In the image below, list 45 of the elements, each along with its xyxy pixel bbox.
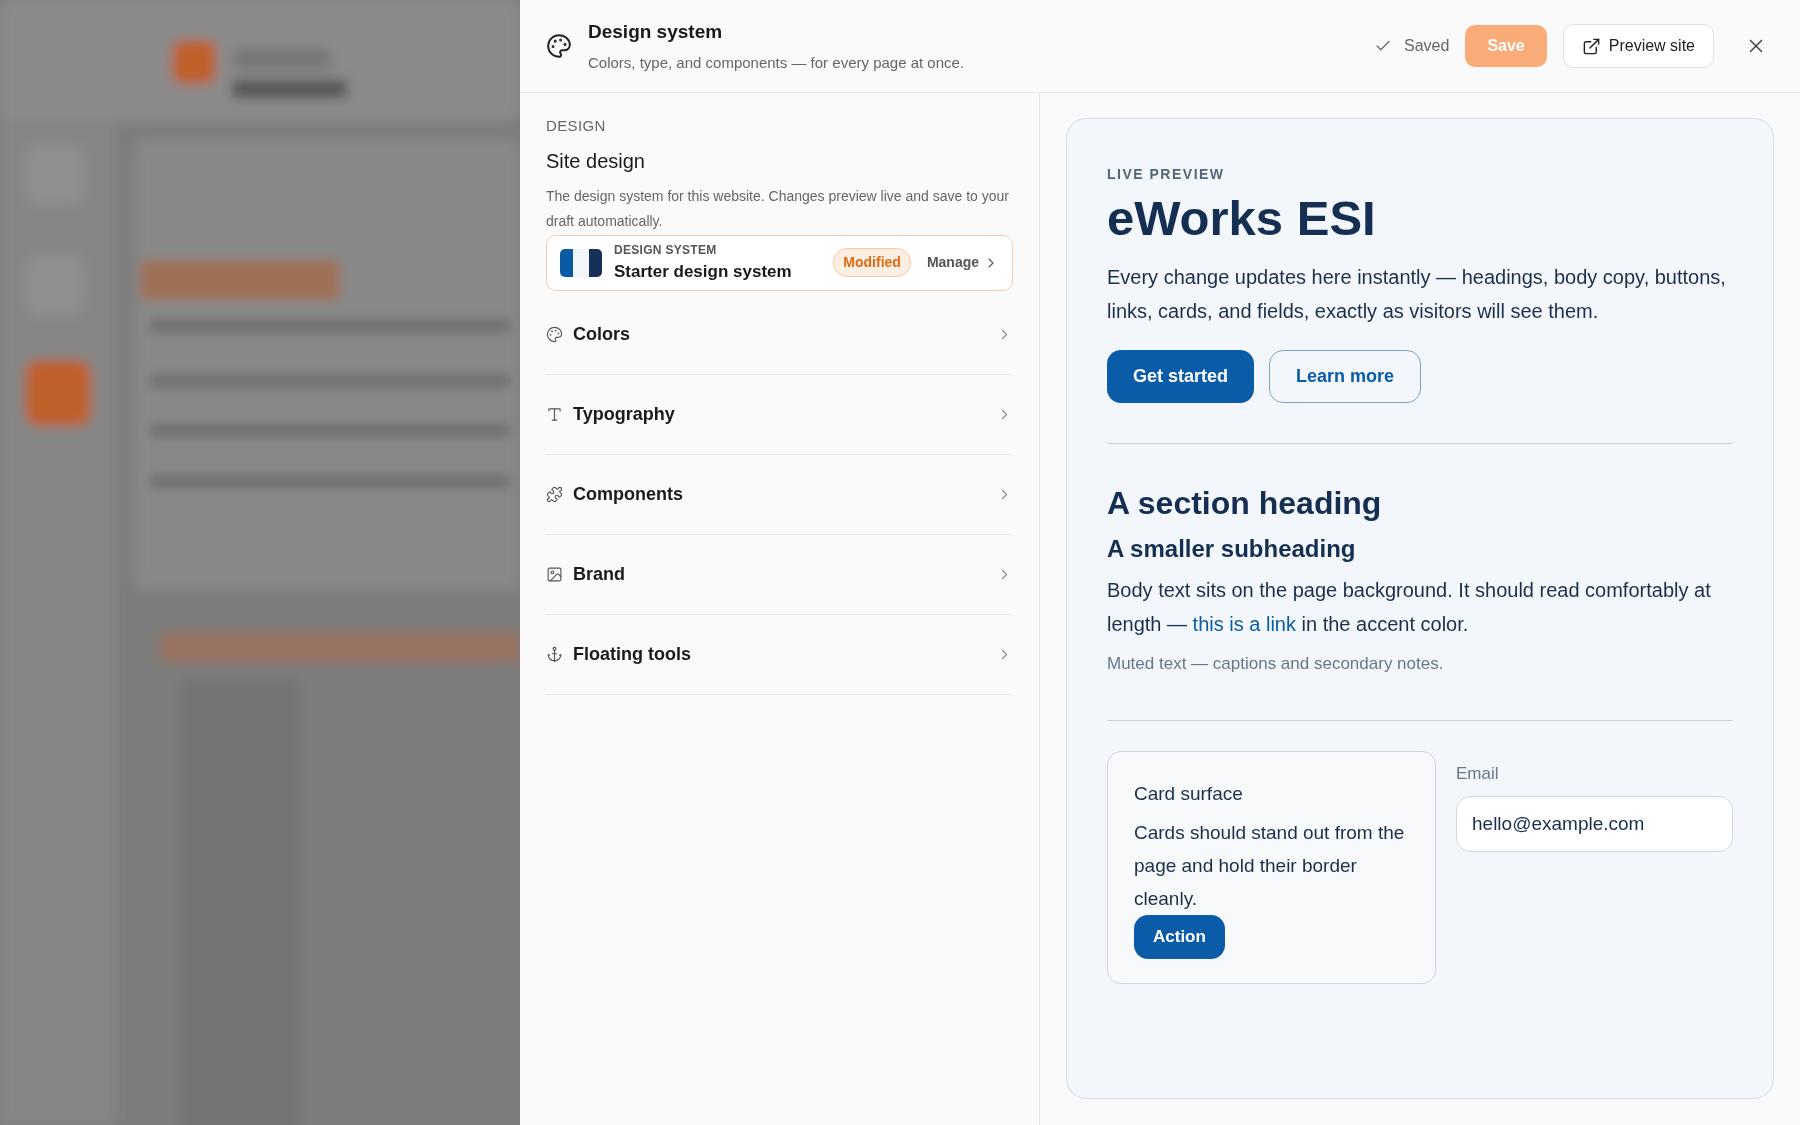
external-link-icon <box>1581 36 1601 56</box>
section-label: Colors <box>573 322 630 346</box>
intro-text: Every change updates here instantly — headings, body copy, buttons, links, cards, and fields, exactly as visitors will see them. <box>1107 265 1727 324</box>
image-icon <box>546 565 563 583</box>
section-heading: A section heading <box>1107 484 1383 523</box>
preview-site-button[interactable]: Preview site <box>1562 24 1714 68</box>
preview-eyebrow: LIVE PREVIEW <box>1107 165 1226 184</box>
section-label: Components <box>573 482 683 506</box>
card-eyebrow: DESIGN SYSTEM <box>614 241 718 259</box>
design-section-row[interactable]: Colors <box>546 294 1013 375</box>
email-field[interactable]: hello@example.com <box>1456 796 1733 852</box>
site-title: eWorks ESI <box>1107 190 1377 247</box>
puzzle-icon <box>546 485 563 503</box>
design-section-row[interactable]: Components <box>546 454 1013 535</box>
modified-badge: Modified <box>833 248 911 277</box>
palette-icon <box>546 33 572 59</box>
primary-button[interactable]: Get started <box>1107 350 1255 403</box>
field-label: Email <box>1456 762 1500 785</box>
card-text: Cards should stand out from the page and hold their border cleanly. <box>1134 821 1406 911</box>
section-label: Floating tools <box>573 642 691 666</box>
body-text: Body text sits on the page background. It should read comfortably at length — this is a link in the accent color. <box>1107 578 1712 637</box>
anchor-icon <box>546 645 563 663</box>
saved-status: Saved <box>1404 36 1450 56</box>
muted-text: Muted text — captions and secondary notes. <box>1107 653 1445 675</box>
theme-swatch-icon <box>560 248 602 277</box>
subheading: A smaller subheading <box>1107 534 1357 564</box>
section-label: Typography <box>573 402 675 426</box>
palette-icon <box>546 325 563 343</box>
card-title: Card surface <box>1134 781 1244 806</box>
section-title: Site design <box>546 148 646 174</box>
section-eyebrow: DESIGN <box>546 116 607 136</box>
design-section-row[interactable]: Brand <box>546 534 1013 615</box>
design-section-row[interactable]: Typography <box>546 374 1013 455</box>
design-system-name: Starter design system <box>614 260 792 283</box>
design-system-card[interactable]: DESIGN SYSTEM Starter design system Modified Manage <box>546 234 1013 291</box>
accent-link[interactable]: this is a link <box>1192 613 1296 635</box>
action-button[interactable]: Action <box>1134 915 1225 959</box>
design-section-row[interactable]: Floating tools <box>546 614 1013 695</box>
panel-subtitle: Colors, type, and components — for every page at once. <box>588 53 965 73</box>
outline-button[interactable]: Learn more <box>1269 350 1422 403</box>
manage-link[interactable]: Manage <box>926 252 999 273</box>
section-description: The design system for this website. Changes preview live and save to your draft automatically. <box>546 186 1010 231</box>
text-icon <box>546 405 563 423</box>
panel-title: Design system <box>588 19 724 44</box>
section-label: Brand <box>573 562 625 586</box>
